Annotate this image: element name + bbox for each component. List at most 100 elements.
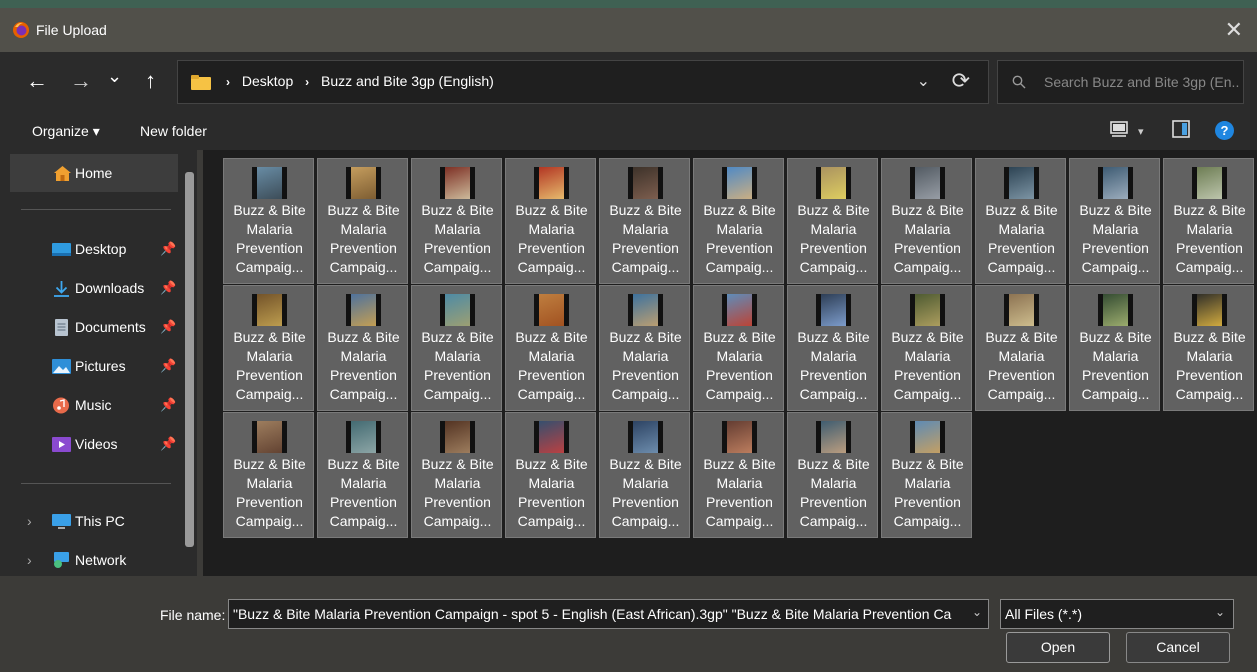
file-name-caption: Buzz & Bite Malaria Prevention Campaig... (600, 328, 691, 404)
file-name-history-chevron-icon[interactable]: ⌄ (972, 605, 982, 619)
sidebar-item-home[interactable]: Home (0, 158, 190, 188)
film-strip-left (1098, 294, 1103, 326)
file-item[interactable]: Buzz & Bite Malaria Prevention Campaig... (317, 412, 408, 538)
up-button[interactable]: ↑ (145, 69, 156, 93)
file-item[interactable]: Buzz & Bite Malaria Prevention Campaig... (787, 412, 878, 538)
file-item[interactable]: Buzz & Bite Malaria Prevention Campaig... (787, 285, 878, 411)
file-item[interactable]: Buzz & Bite Malaria Prevention Campaig... (599, 412, 690, 538)
file-item[interactable]: Buzz & Bite Malaria Prevention Campaig... (505, 158, 596, 284)
pin-icon[interactable]: 📌 (160, 436, 176, 452)
help-icon[interactable]: ? (1215, 121, 1234, 140)
caption-line: Malaria (1092, 348, 1139, 364)
sidebar-item-documents[interactable]: Documents 📌 (0, 312, 190, 342)
caption-line: Prevention (518, 367, 585, 383)
sidebar-item-pictures[interactable]: Pictures 📌 (0, 351, 190, 381)
caption-line: Malaria (434, 475, 481, 491)
film-strip-right (752, 294, 757, 326)
caption-line: Campaig... (235, 513, 304, 529)
sidebar-item-music[interactable]: Music 📌 (0, 390, 190, 420)
sidebar-item-network[interactable]: › Network (0, 545, 190, 575)
file-item[interactable]: Buzz & Bite Malaria Prevention Campaig... (599, 285, 690, 411)
caption-line: Malaria (434, 221, 481, 237)
sidebar-item-label: Documents (75, 319, 146, 335)
caption-line: Malaria (904, 475, 951, 491)
film-strip-right (846, 294, 851, 326)
file-item[interactable]: Buzz & Bite Malaria Prevention Campaig... (975, 285, 1066, 411)
file-item[interactable]: Buzz & Bite Malaria Prevention Campaig... (693, 412, 784, 538)
file-item[interactable]: Buzz & Bite Malaria Prevention Campaig... (505, 412, 596, 538)
file-item[interactable]: Buzz & Bite Malaria Prevention Campaig... (881, 285, 972, 411)
file-item[interactable]: Buzz & Bite Malaria Prevention Campaig... (1069, 158, 1160, 284)
sidebar-item-this-pc[interactable]: › This PC (0, 506, 190, 536)
file-item[interactable]: Buzz & Bite Malaria Prevention Campaig... (223, 285, 314, 411)
caption-line: Prevention (800, 240, 867, 256)
back-button[interactable]: ← (26, 69, 48, 93)
pin-icon[interactable]: 📌 (160, 280, 176, 296)
new-folder-button[interactable]: New folder (140, 123, 207, 139)
caption-line: Buzz & Bite (233, 202, 306, 218)
view-mode-icon[interactable] (1110, 120, 1128, 138)
address-history-chevron-icon[interactable]: ⌄ (917, 71, 930, 91)
video-thumbnail (1192, 294, 1227, 326)
file-name-input[interactable]: "Buzz & Bite Malaria Prevention Campaign… (228, 599, 989, 629)
breadcrumb-desktop[interactable]: Desktop (242, 73, 293, 89)
preview-pane-icon[interactable] (1172, 120, 1190, 138)
caption-line: Campaig... (1081, 259, 1150, 275)
expand-chevron-icon[interactable]: › (27, 513, 32, 529)
file-item[interactable]: Buzz & Bite Malaria Prevention Campaig... (881, 412, 972, 538)
close-icon[interactable]: ✕ (1225, 17, 1243, 43)
cancel-button[interactable]: Cancel (1126, 632, 1230, 663)
file-type-select[interactable]: All Files (*.*) ⌄ (1000, 599, 1234, 629)
file-item[interactable]: Buzz & Bite Malaria Prevention Campaig... (693, 285, 784, 411)
file-item[interactable]: Buzz & Bite Malaria Prevention Campaig... (1163, 158, 1254, 284)
organize-button[interactable]: Organize ▾ (32, 123, 100, 140)
caption-line: Malaria (528, 475, 575, 491)
breadcrumb: › Desktop › Buzz and Bite 3gp (English) (218, 73, 494, 89)
file-name-caption: Buzz & Bite Malaria Prevention Campaig... (1164, 201, 1255, 277)
file-item[interactable]: Buzz & Bite Malaria Prevention Campaig... (411, 285, 502, 411)
file-name-caption: Buzz & Bite Malaria Prevention Campaig... (224, 328, 315, 404)
file-item[interactable]: Buzz & Bite Malaria Prevention Campaig... (505, 285, 596, 411)
file-name-caption: Buzz & Bite Malaria Prevention Campaig... (506, 201, 597, 277)
file-item[interactable]: Buzz & Bite Malaria Prevention Campaig... (1163, 285, 1254, 411)
file-item[interactable]: Buzz & Bite Malaria Prevention Campaig... (1069, 285, 1160, 411)
search-icon (1012, 75, 1026, 89)
file-name-caption: Buzz & Bite Malaria Prevention Campaig... (412, 455, 503, 531)
file-item[interactable]: Buzz & Bite Malaria Prevention Campaig... (317, 285, 408, 411)
file-item[interactable]: Buzz & Bite Malaria Prevention Campaig... (975, 158, 1066, 284)
address-bar[interactable]: › Desktop › Buzz and Bite 3gp (English) … (177, 60, 989, 104)
refresh-icon[interactable]: ⟳ (952, 68, 970, 94)
sidebar-scrollbar[interactable] (185, 172, 194, 547)
pin-icon[interactable]: 📌 (160, 241, 176, 257)
recent-locations-chevron-icon[interactable]: ⌄ (107, 64, 122, 88)
file-item[interactable]: Buzz & Bite Malaria Prevention Campaig... (223, 412, 314, 538)
file-item[interactable]: Buzz & Bite Malaria Prevention Campaig... (411, 158, 502, 284)
file-item[interactable]: Buzz & Bite Malaria Prevention Campaig... (881, 158, 972, 284)
film-strip-left (440, 294, 445, 326)
caption-line: Malaria (998, 221, 1045, 237)
pin-icon[interactable]: 📌 (160, 358, 176, 374)
pin-icon[interactable]: 📌 (160, 397, 176, 413)
file-item[interactable]: Buzz & Bite Malaria Prevention Campaig... (693, 158, 784, 284)
file-item[interactable]: Buzz & Bite Malaria Prevention Campaig... (787, 158, 878, 284)
file-name-value: "Buzz & Bite Malaria Prevention Campaign… (233, 606, 952, 622)
caption-line: Campaig... (893, 513, 962, 529)
firefox-icon (13, 22, 29, 38)
file-item[interactable]: Buzz & Bite Malaria Prevention Campaig... (317, 158, 408, 284)
expand-chevron-icon[interactable]: › (27, 552, 32, 568)
search-box[interactable]: Search Buzz and Bite 3gp (En... (997, 60, 1244, 104)
view-options-chevron-icon[interactable]: ▾ (1138, 125, 1144, 138)
sidebar-item-desktop[interactable]: Desktop 📌 (0, 234, 190, 264)
file-item[interactable]: Buzz & Bite Malaria Prevention Campaig... (411, 412, 502, 538)
forward-button[interactable]: → (70, 69, 92, 93)
file-item[interactable]: Buzz & Bite Malaria Prevention Campaig... (223, 158, 314, 284)
file-item[interactable]: Buzz & Bite Malaria Prevention Campaig... (599, 158, 690, 284)
title-bar: File Upload ✕ (0, 8, 1257, 52)
breadcrumb-current-folder[interactable]: Buzz and Bite 3gp (English) (321, 73, 494, 89)
pin-icon[interactable]: 📌 (160, 319, 176, 335)
film-strip-right (470, 294, 475, 326)
open-button[interactable]: Open (1006, 632, 1110, 663)
sidebar-item-downloads[interactable]: Downloads 📌 (0, 273, 190, 303)
caption-line: Campaig... (611, 513, 680, 529)
sidebar-item-videos[interactable]: Videos 📌 (0, 429, 190, 459)
